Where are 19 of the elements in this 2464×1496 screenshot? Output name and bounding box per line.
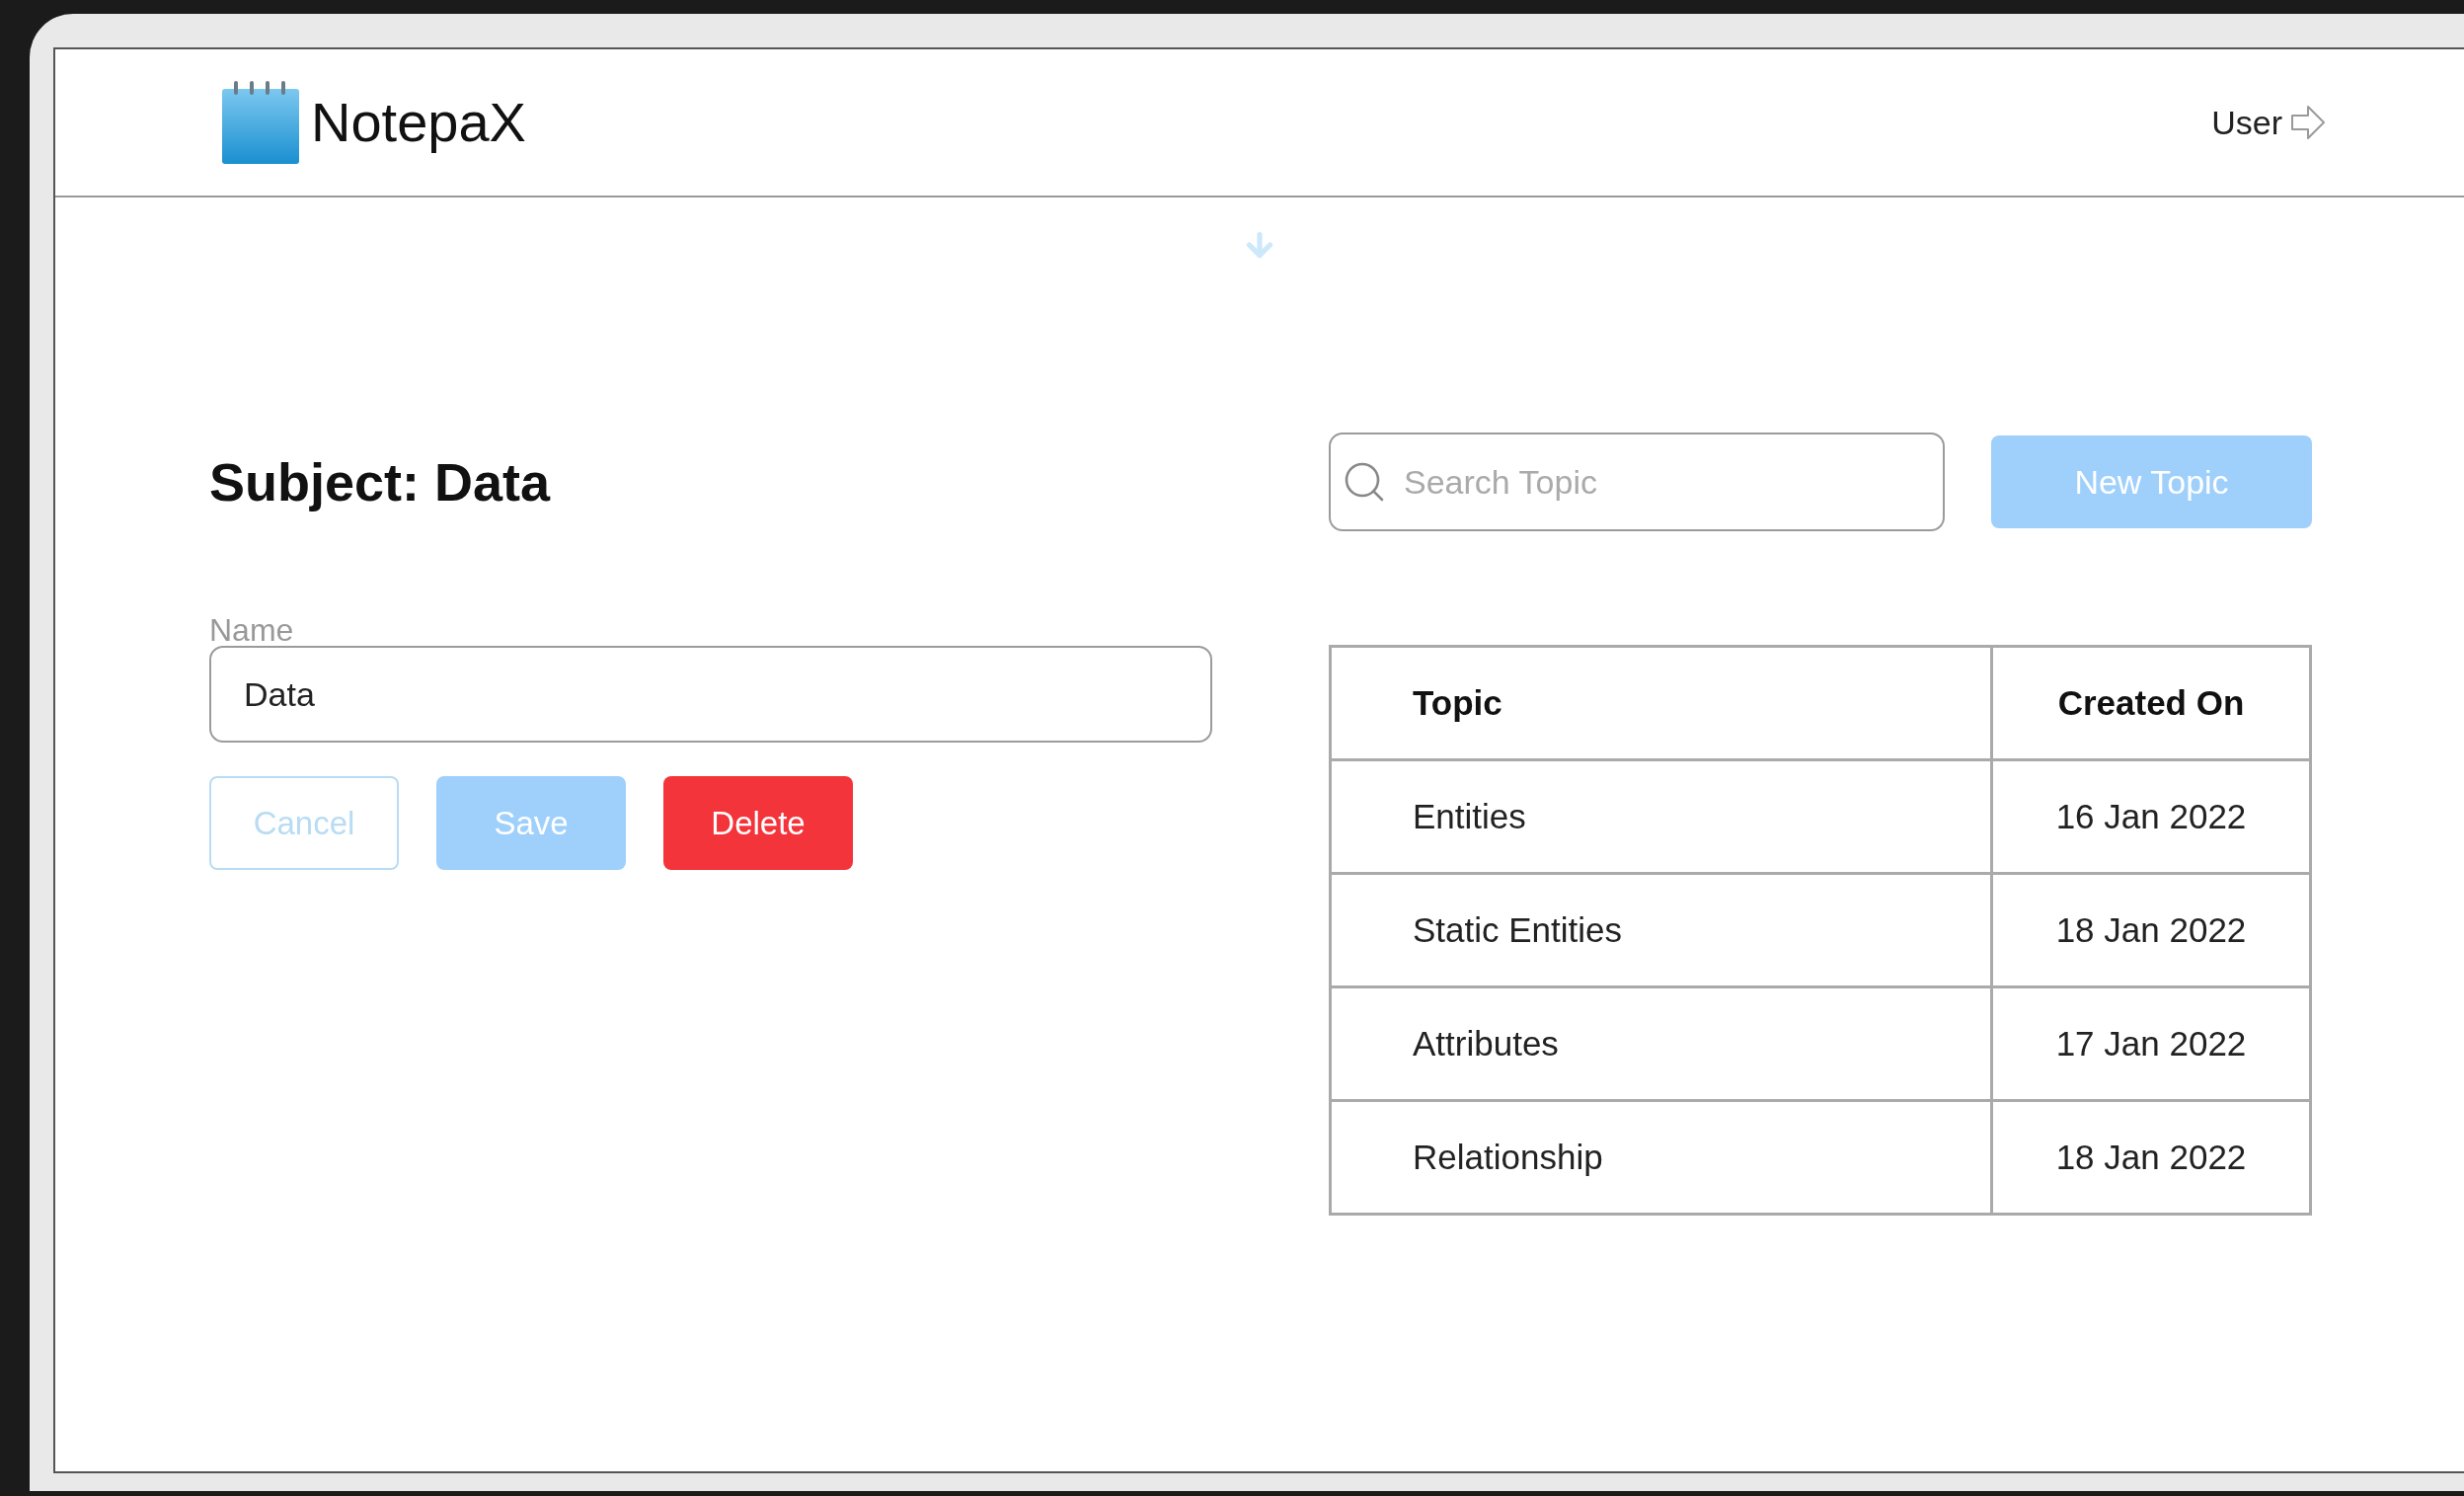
table-cell: Static Entities <box>1330 873 1992 987</box>
field-label: Name <box>209 614 294 646</box>
table-cell: Entities <box>1330 759 1992 874</box>
subject-title: Subject: Data <box>209 450 551 513</box>
app-name: NotepaX <box>311 90 526 155</box>
arrow-right-icon <box>2290 104 2326 141</box>
table-cell: 17 Jan 2022 <box>1991 986 2311 1101</box>
table-cell: Relationship <box>1330 1100 1992 1215</box>
table-cell: 18 Jan 2022 <box>1991 1100 2311 1215</box>
name-field[interactable]: Data <box>209 646 1212 743</box>
table-cell: 18 Jan 2022 <box>1991 873 2311 987</box>
table-cell: 16 Jan 2022 <box>1991 759 2311 874</box>
notepad-icon <box>220 79 301 166</box>
form-button[interactable]: Delete <box>663 776 853 870</box>
table-cell: Attributes <box>1330 986 1992 1101</box>
column-header: Topic <box>1330 646 1992 760</box>
search-field[interactable]: Search Topic <box>1329 433 1945 531</box>
user-link[interactable]: User <box>2211 97 2326 148</box>
column-header: Created On <box>1991 646 2311 760</box>
